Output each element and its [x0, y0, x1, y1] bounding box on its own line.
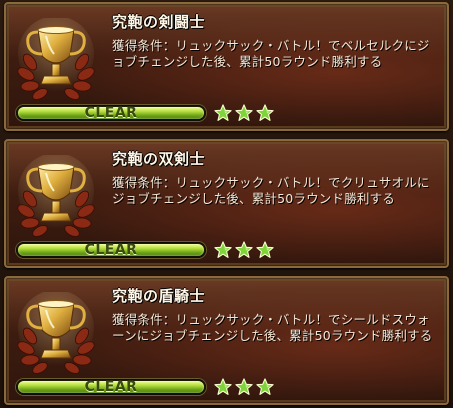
star-icon — [235, 378, 253, 395]
progress-bar: CLEAR — [16, 379, 206, 395]
star-icon — [256, 104, 274, 121]
star-rating — [214, 241, 274, 259]
achievement-list: 究鞄の剣闘士 獲得条件：リュックサック・バトル！でベルセルクにジョブチェンジした… — [0, 0, 453, 408]
clear-label: CLEAR — [84, 379, 138, 395]
trophy-icon — [16, 16, 96, 100]
achievement-title: 究鞄の盾騎士 — [112, 287, 206, 305]
achievement-description: 獲得条件：リュックサック・バトル！でベルセルクにジョブチェンジした後、累計50ラ… — [112, 38, 430, 69]
trophy-icon — [16, 153, 96, 237]
achievement-description: 獲得条件：リュックサック・バトル！でクリュサオルにジョブチェンジした後、累計50… — [112, 175, 430, 206]
achievement-description: 獲得条件：リュックサック・バトル！でシールドスウォーンにジョブチェンジした後、累… — [112, 312, 433, 343]
star-rating — [214, 104, 274, 122]
star-icon — [214, 241, 232, 258]
star-icon — [235, 241, 253, 258]
clear-label: CLEAR — [84, 242, 138, 258]
achievement-card[interactable]: 究鞄の双剣士 獲得条件：リュックサック・バトル！でクリュサオルにジョブチェンジし… — [4, 139, 449, 268]
star-icon — [256, 241, 274, 258]
progress-bar: CLEAR — [16, 242, 206, 258]
clear-label: CLEAR — [84, 105, 138, 121]
achievement-title: 究鞄の双剣士 — [112, 150, 206, 168]
star-icon — [235, 104, 253, 121]
star-icon — [214, 378, 232, 395]
achievement-card[interactable]: 究鞄の盾騎士 獲得条件：リュックサック・バトル！でシールドスウォーンにジョブチェ… — [4, 276, 449, 405]
achievement-card[interactable]: 究鞄の剣闘士 獲得条件：リュックサック・バトル！でベルセルクにジョブチェンジした… — [4, 2, 449, 131]
achievement-title: 究鞄の剣闘士 — [112, 13, 206, 31]
star-rating — [214, 378, 274, 396]
star-icon — [214, 104, 232, 121]
progress-bar: CLEAR — [16, 105, 206, 121]
trophy-icon — [16, 290, 96, 374]
star-icon — [256, 378, 274, 395]
